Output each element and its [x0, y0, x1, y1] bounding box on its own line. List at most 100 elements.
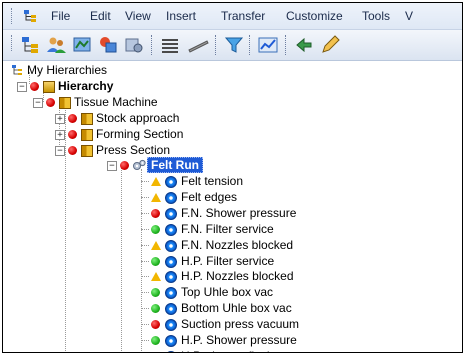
machine-icon [59, 97, 71, 109]
menu-bar: File Edit View Insert Transfer Customize… [3, 3, 462, 30]
transfer-icon[interactable] [97, 34, 119, 56]
status-ok-icon [151, 304, 160, 313]
tree-connector [141, 213, 149, 214]
measurement-item-label: F.N. Filter service [181, 222, 274, 236]
collapse-icon[interactable]: − [17, 82, 27, 92]
measurement-item-label: H.P. shower flush [181, 349, 274, 352]
tree-root-label: My Hierarchies [27, 63, 108, 77]
tree-connector [59, 103, 60, 147]
measurement-point-icon [165, 303, 177, 315]
users-icon[interactable] [45, 34, 67, 56]
status-warning-icon [151, 193, 161, 202]
tree-connector [141, 308, 149, 309]
tree-connector [141, 340, 149, 341]
hierarchy-icon [43, 81, 55, 93]
list-icon[interactable] [159, 34, 181, 56]
expand-icon[interactable]: + [55, 130, 65, 140]
status-ok-icon [151, 225, 160, 234]
tree-node-label: Stock approach [96, 111, 180, 125]
measurement-item-label: H.P. Nozzles blocked [181, 269, 294, 283]
measurement-item-label: Bottom Uhle box vac [181, 301, 292, 315]
status-warning-icon [151, 241, 161, 250]
collapse-icon[interactable]: − [107, 161, 117, 171]
measurement-point-icon [165, 287, 177, 299]
tree-node-label-selected: Felt Run [147, 157, 203, 173]
toolbar [3, 30, 462, 61]
toolbar-separator [215, 35, 216, 55]
menu-insert[interactable]: Insert [166, 9, 196, 23]
status-alarm-icon [120, 161, 129, 170]
menu-tools[interactable]: Tools [362, 9, 390, 23]
status-alarm-icon [46, 98, 55, 107]
tree-node-label: Tissue Machine [74, 95, 158, 109]
tree-node-label: Press Section [96, 143, 171, 157]
measurement-item-label: H.P. Shower pressure [181, 333, 297, 347]
status-alarm-icon [68, 130, 77, 139]
filter-icon[interactable] [223, 34, 245, 56]
section-icon [81, 113, 93, 125]
gears-icon [133, 159, 146, 170]
expand-icon[interactable]: + [55, 114, 65, 124]
measurement-point-icon [165, 240, 177, 252]
tree-connector [141, 276, 149, 277]
measurement-point-icon [165, 351, 177, 352]
status-alarm-icon [30, 82, 39, 91]
menu-transfer[interactable]: Transfer [221, 9, 265, 23]
status-alarm-icon [68, 114, 77, 123]
section-icon [81, 129, 93, 141]
hierarchy-menu-icon [24, 10, 36, 22]
tree-node-label: Forming Section [96, 127, 184, 141]
tree-connector [141, 245, 149, 246]
measurement-point-icon [165, 224, 177, 236]
measurement-item-label: Suction press vacuum [181, 317, 300, 331]
ruler-icon[interactable] [187, 34, 209, 56]
tree-connector [141, 324, 149, 325]
measurement-item-label: Felt edges [181, 190, 238, 204]
status-alarm-icon [151, 209, 160, 218]
measurement-point-icon [165, 176, 177, 188]
hierarchy-folder-icon [12, 65, 22, 75]
application-window: File Edit View Insert Transfer Customize… [2, 2, 463, 353]
menu-edit[interactable]: Edit [90, 9, 111, 23]
measurement-item-label: Felt tension [181, 174, 244, 188]
tree-connector [141, 292, 149, 293]
measurement-point-icon [165, 271, 177, 283]
status-ok-icon [151, 336, 160, 345]
tree-connector [121, 165, 122, 352]
toolbar-separator [285, 35, 286, 55]
map-icon[interactable] [71, 34, 93, 56]
menu-customize[interactable]: Customize [286, 9, 343, 23]
status-ok-icon [151, 257, 160, 266]
measurement-point-icon [165, 319, 177, 331]
hierarchy-icon[interactable] [19, 34, 41, 56]
toolbar-separator [151, 35, 152, 55]
hierarchy-tree: My Hierarchies − Hierarchy − Tissue Mach… [3, 61, 462, 352]
tree-connector [141, 197, 149, 198]
measurement-point-icon [165, 256, 177, 268]
menubar-grip[interactable] [11, 8, 15, 24]
tree-connector [141, 181, 149, 182]
measurement-point-icon [165, 335, 177, 347]
settings-icon[interactable] [123, 34, 145, 56]
collapse-icon[interactable]: − [55, 146, 65, 156]
status-warning-icon [151, 272, 161, 281]
menu-view[interactable]: View [125, 9, 151, 23]
measurement-item-label: F.N. Shower pressure [181, 206, 297, 220]
tree-connector [65, 108, 66, 352]
back-icon[interactable] [293, 34, 315, 56]
tree-connector [141, 229, 149, 230]
tree-node-label: Hierarchy [58, 79, 114, 93]
menu-more[interactable]: V [405, 9, 413, 23]
chart-icon[interactable] [257, 34, 279, 56]
tree-connector [141, 261, 149, 262]
section-icon [81, 145, 93, 157]
pencil-icon[interactable] [319, 34, 341, 56]
measurement-point-icon [165, 192, 177, 204]
measurement-item-label: Top Uhle box vac [181, 285, 274, 299]
menu-file[interactable]: File [51, 9, 70, 23]
status-warning-icon [151, 177, 161, 186]
collapse-icon[interactable]: − [33, 98, 43, 108]
toolbar-grip[interactable] [11, 35, 15, 51]
measurement-item-label: F.N. Nozzles blocked [181, 238, 294, 252]
status-alarm-icon [151, 320, 160, 329]
